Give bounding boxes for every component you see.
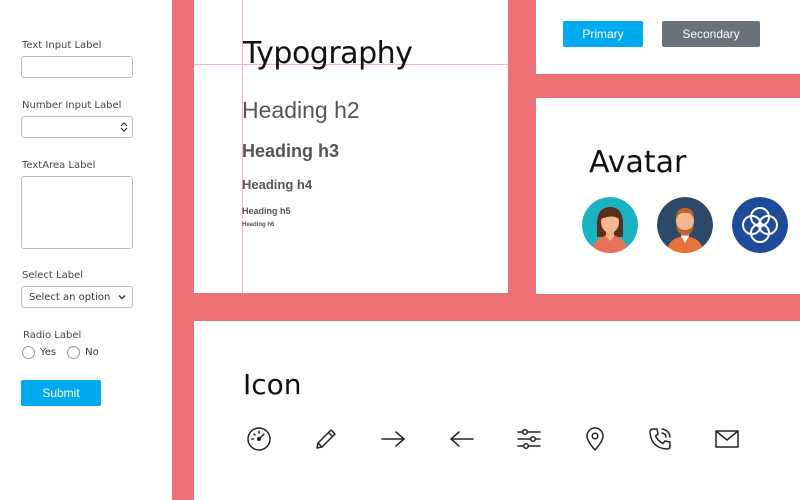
buttons-card: Primary Secondary <box>536 0 800 74</box>
radio-button-no[interactable] <box>67 346 81 359</box>
woman-avatar <box>582 197 638 253</box>
phone-call-icon[interactable] <box>647 426 673 452</box>
number-input-label: Number Input Label <box>22 100 122 111</box>
speedometer-icon[interactable] <box>246 426 272 452</box>
form-panel: Text Input Label Number Input Label Text… <box>0 0 172 500</box>
typography-title: Typography <box>243 36 413 71</box>
submit-button[interactable]: Submit <box>21 380 101 406</box>
heading-h3: Heading h3 <box>242 141 340 161</box>
primary-button[interactable]: Primary <box>563 21 643 47</box>
textarea-label: TextArea Label <box>22 160 96 171</box>
number-input[interactable] <box>21 116 133 138</box>
radio-option-yes-label: Yes <box>40 347 57 358</box>
heading-h5: Heading h5 <box>242 206 291 216</box>
text-input-label: Text Input Label <box>22 40 102 51</box>
radio-option-no[interactable]: No <box>67 346 99 359</box>
radio-label: Radio Label <box>23 330 82 341</box>
avatar-card: Avatar <box>536 98 800 294</box>
arrow-right-icon[interactable] <box>380 426 406 452</box>
select-label: Select Label <box>22 270 84 281</box>
radio-option-yes[interactable]: Yes <box>22 346 56 359</box>
heading-h2: Heading h2 <box>242 97 360 123</box>
pencil-icon[interactable] <box>313 426 339 452</box>
radio-button-yes[interactable] <box>22 346 35 359</box>
secondary-button[interactable]: Secondary <box>662 21 760 47</box>
bearded-man-avatar <box>657 197 713 253</box>
icon-card: Icon <box>194 321 800 500</box>
heading-h6: Heading h6 <box>242 222 275 228</box>
heading-h4: Heading h4 <box>242 177 313 192</box>
radio-group: Yes No <box>22 346 110 359</box>
typography-card: Typography Heading h2 Heading h3 Heading… <box>194 0 508 293</box>
radio-option-no-label: No <box>85 347 99 358</box>
location-pin-icon[interactable] <box>582 426 608 452</box>
flower-logo-avatar <box>732 197 788 253</box>
chevron-down-icon <box>118 295 126 300</box>
select-dropdown[interactable]: Select an option <box>21 286 133 308</box>
select-value: Select an option <box>29 291 111 303</box>
avatar-title: Avatar <box>589 145 687 180</box>
textarea[interactable] <box>21 176 133 249</box>
icon-section-title: Icon <box>243 368 302 401</box>
text-input[interactable] <box>21 56 133 78</box>
arrow-left-icon[interactable] <box>449 426 475 452</box>
stepper-icon[interactable] <box>120 121 128 133</box>
mail-icon[interactable] <box>714 426 740 452</box>
sliders-icon[interactable] <box>516 426 542 452</box>
